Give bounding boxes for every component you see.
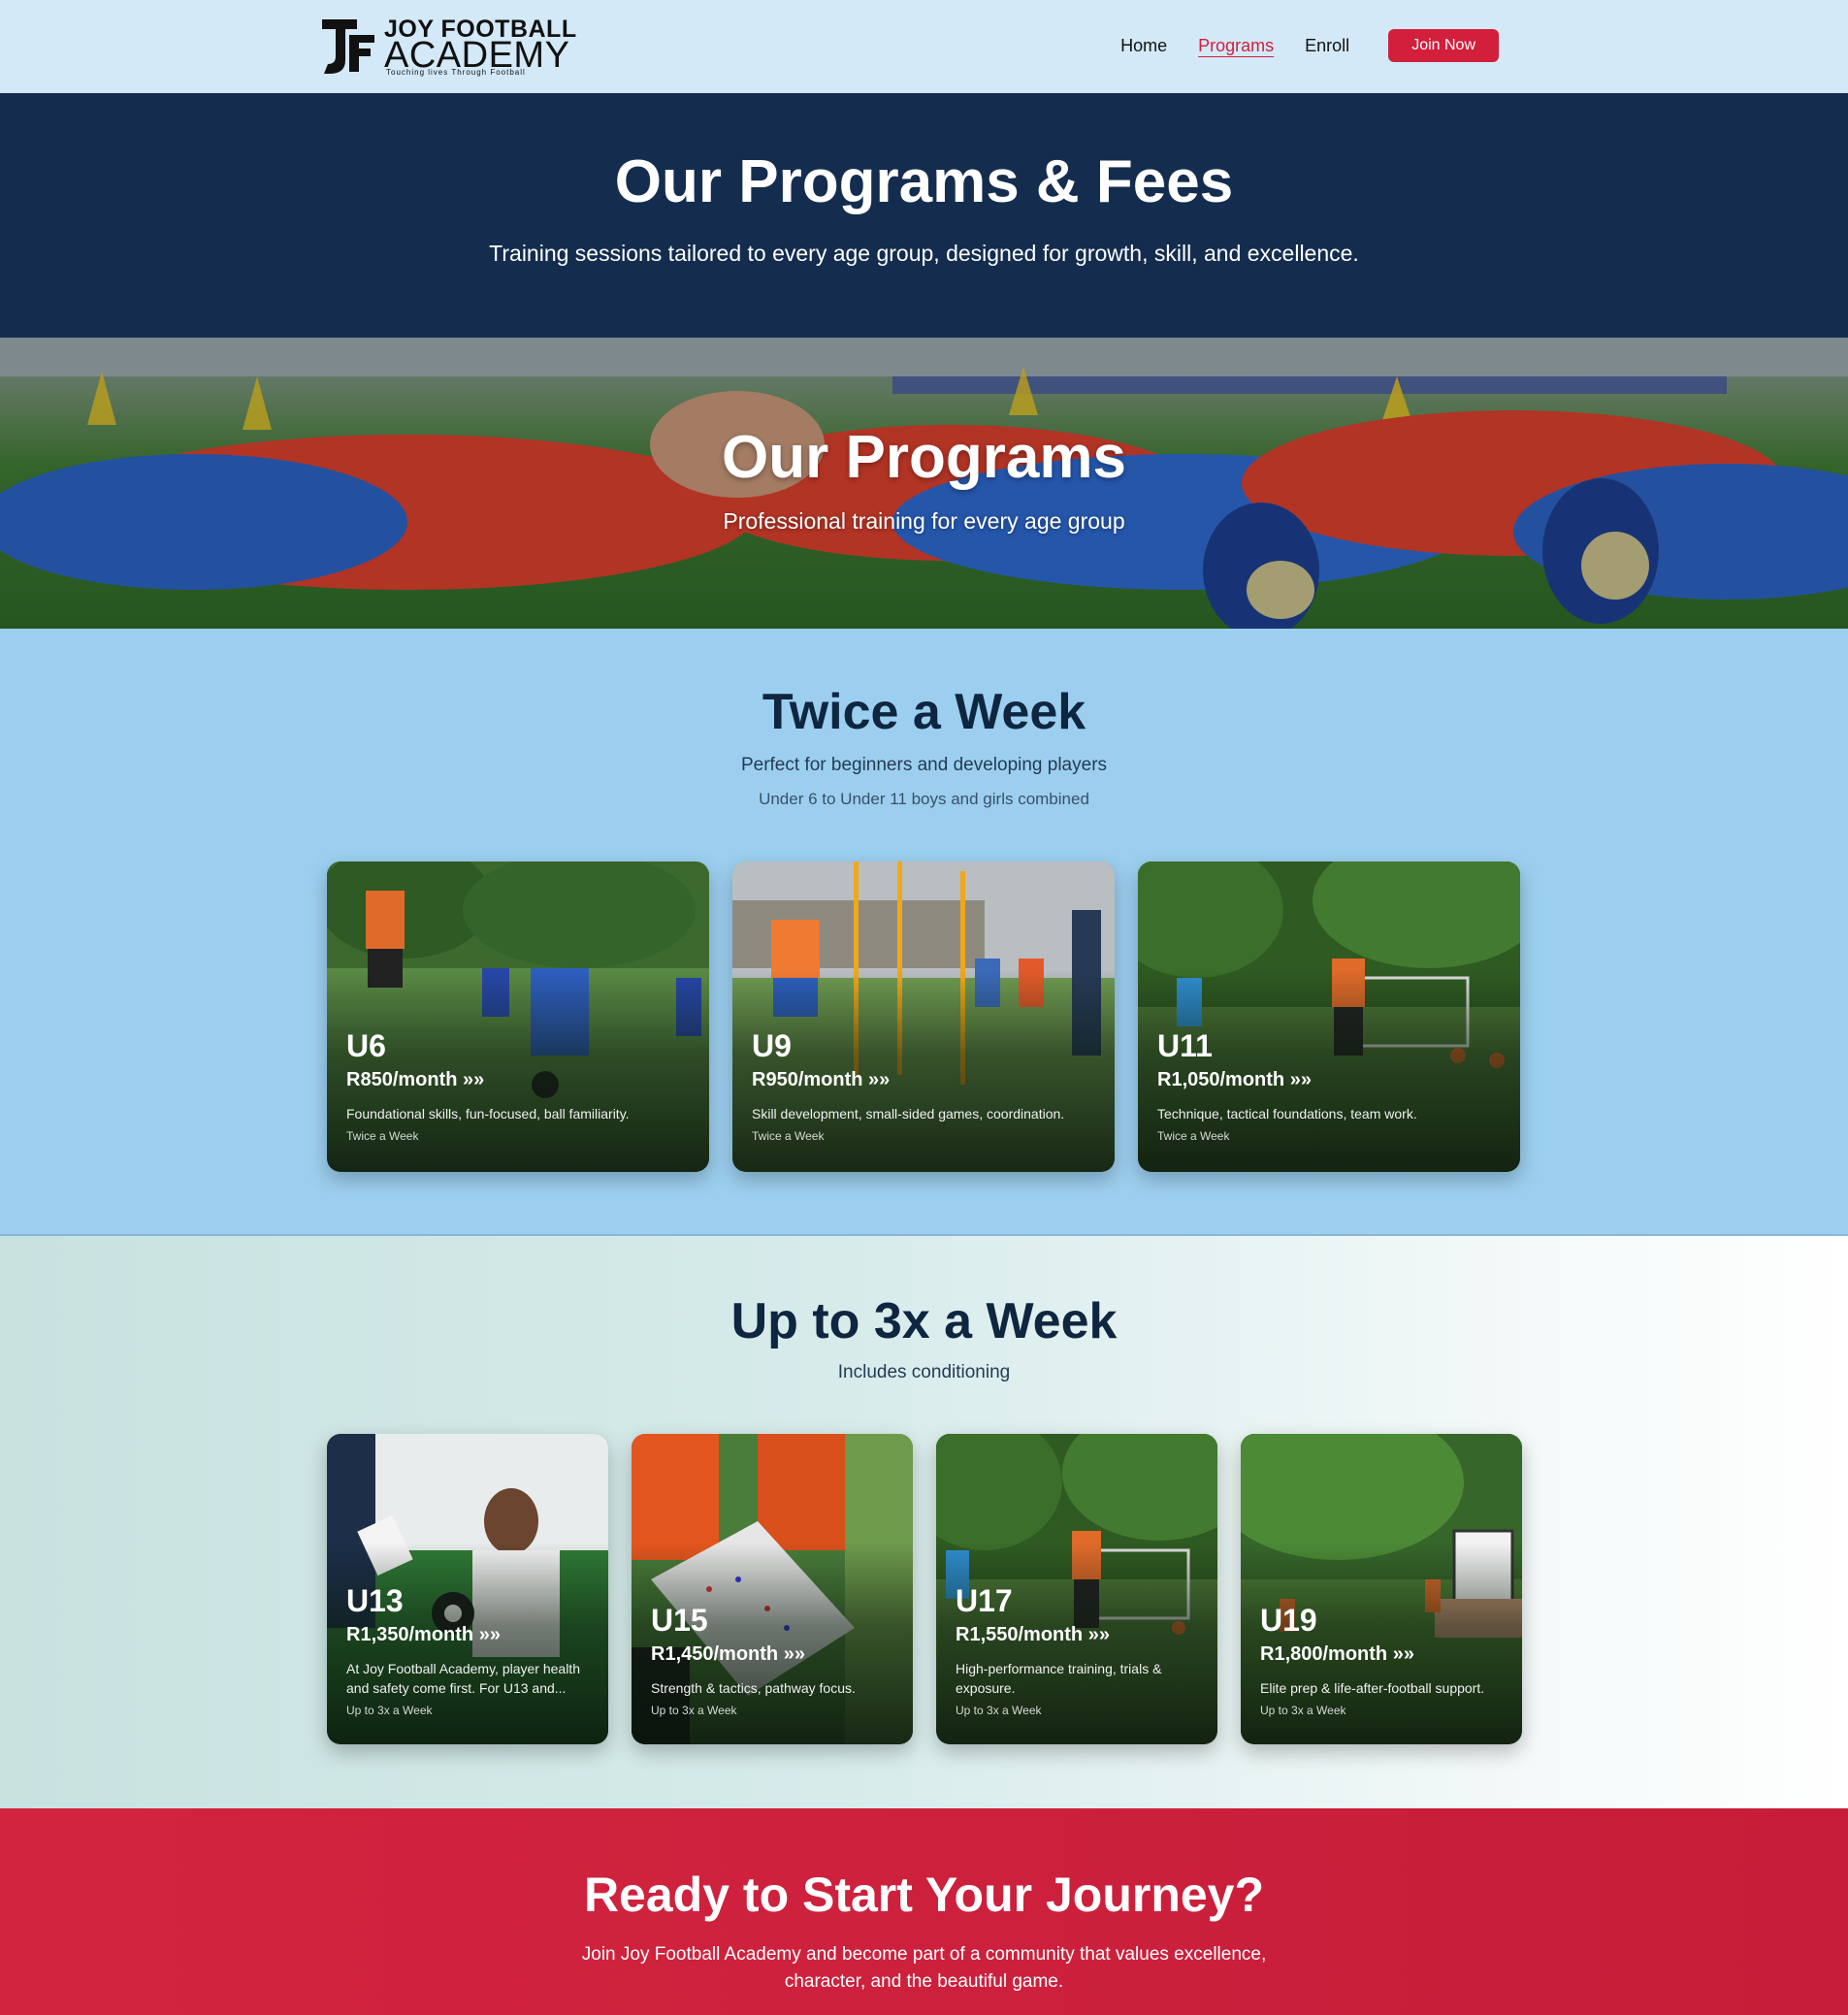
card-description: Elite prep & life-after-football support… bbox=[1260, 1680, 1485, 1696]
banner-title: Our Programs bbox=[722, 424, 1126, 491]
cta-title: Ready to Start Your Journey? bbox=[583, 1868, 1265, 1922]
card-description: High-performance training, trials & expo… bbox=[956, 1661, 1162, 1696]
price-value: R1,800/month bbox=[1260, 1643, 1388, 1665]
programs-banner: Our Programs Professional training for e… bbox=[0, 338, 1848, 629]
join-now-button[interactable]: Join Now bbox=[1388, 29, 1499, 62]
cta-section: Ready to Start Your Journey? Join Joy Fo… bbox=[0, 1808, 1848, 2015]
double-arrow-icon: »» bbox=[463, 1069, 485, 1090]
nav-programs-link[interactable]: Programs bbox=[1198, 36, 1274, 56]
nav-home-link[interactable]: Home bbox=[1120, 36, 1167, 56]
banner-subtitle: Professional training for every age grou… bbox=[723, 508, 1125, 534]
twice-a-week-section: Twice a Week Perfect for beginners and d… bbox=[0, 629, 1848, 1236]
top-navbar: JOY FOOTBALL ACADEMY Touching lives Thro… bbox=[0, 0, 1848, 93]
double-arrow-icon: »» bbox=[1087, 1624, 1110, 1645]
price-value: R950/month bbox=[752, 1069, 863, 1090]
card-frequency: Up to 3x a Week bbox=[651, 1704, 737, 1717]
card-description: At Joy Football Academy, player health a… bbox=[346, 1661, 580, 1696]
price-value: R1,550/month bbox=[956, 1624, 1084, 1645]
card-price: R1,450/month »» bbox=[651, 1643, 805, 1666]
card-price: R850/month »» bbox=[346, 1069, 484, 1091]
page-subtitle: Training sessions tailored to every age … bbox=[489, 241, 1359, 266]
logo-tagline: Touching lives Through Football bbox=[386, 68, 526, 77]
card-frequency: Twice a Week bbox=[1157, 1129, 1230, 1143]
card-age: U17 bbox=[956, 1583, 1013, 1618]
price-value: R1,350/month bbox=[346, 1624, 474, 1645]
program-card-u6[interactable]: U6 R850/month »» Foundational skills, fu… bbox=[327, 861, 709, 1172]
card-description: Technique, tactical foundations, team wo… bbox=[1157, 1106, 1417, 1121]
three-times-a-week-section: Up to 3x a Week Includes conditioning U1… bbox=[0, 1236, 1848, 1808]
double-arrow-icon: »» bbox=[478, 1624, 501, 1645]
card-age: U6 bbox=[346, 1028, 386, 1063]
price-value: R850/month bbox=[346, 1069, 458, 1090]
card-age: U19 bbox=[1260, 1603, 1317, 1638]
card-shade bbox=[632, 1434, 913, 1744]
thrice-subtitle: Includes conditioning bbox=[837, 1362, 1011, 1382]
card-shade bbox=[327, 861, 709, 1172]
card-frequency: Up to 3x a Week bbox=[956, 1704, 1042, 1717]
double-arrow-icon: »» bbox=[1289, 1069, 1312, 1090]
double-arrow-icon: »» bbox=[1392, 1643, 1414, 1665]
card-price: R1,550/month »» bbox=[956, 1624, 1110, 1646]
program-card-u15[interactable]: U15 R1,450/month »» Strength & tactics, … bbox=[632, 1434, 913, 1744]
jf-logo-icon bbox=[322, 19, 374, 74]
double-arrow-icon: »» bbox=[868, 1069, 891, 1090]
program-card-u13[interactable]: U13 R1,350/month »» At Joy Football Acad… bbox=[327, 1434, 608, 1744]
program-card-u11[interactable]: U11 R1,050/month »» Technique, tactical … bbox=[1138, 861, 1520, 1172]
twice-subtitle: Perfect for beginners and developing pla… bbox=[740, 755, 1108, 775]
card-frequency: Up to 3x a Week bbox=[346, 1704, 433, 1717]
card-description: Strength & tactics, pathway focus. bbox=[651, 1680, 856, 1696]
nav-links: Home Programs Enroll Join Now bbox=[1120, 29, 1499, 62]
price-value: R1,050/month bbox=[1157, 1069, 1285, 1090]
card-frequency: Twice a Week bbox=[752, 1129, 825, 1143]
page-header: Our Programs & Fees Training sessions ta… bbox=[0, 93, 1848, 338]
card-description: Skill development, small-sided games, co… bbox=[752, 1106, 1065, 1121]
program-card-u9[interactable]: U9 R950/month »» Skill development, smal… bbox=[732, 861, 1115, 1172]
thrice-title: Up to 3x a Week bbox=[730, 1293, 1118, 1349]
card-age: U9 bbox=[752, 1028, 792, 1063]
card-frequency: Up to 3x a Week bbox=[1260, 1704, 1346, 1717]
card-age: U11 bbox=[1157, 1028, 1213, 1063]
card-price: R1,350/month »» bbox=[346, 1624, 501, 1646]
twice-note: Under 6 to Under 11 boys and girls combi… bbox=[759, 790, 1089, 808]
cta-text: Join Joy Football Academy and become par… bbox=[581, 1944, 1267, 1992]
double-arrow-icon: »» bbox=[783, 1643, 805, 1665]
price-value: R1,450/month bbox=[651, 1643, 779, 1665]
card-price: R1,800/month »» bbox=[1260, 1643, 1414, 1666]
card-shade bbox=[732, 861, 1115, 1172]
card-age: U13 bbox=[346, 1583, 404, 1618]
program-card-u17[interactable]: U17 R1,550/month »» High-performance tra… bbox=[936, 1434, 1217, 1744]
card-shade bbox=[1241, 1434, 1522, 1744]
card-age: U15 bbox=[651, 1603, 708, 1638]
academy-logo[interactable]: JOY FOOTBALL ACADEMY Touching lives Thro… bbox=[318, 14, 576, 78]
card-description: Foundational skills, fun-focused, ball f… bbox=[346, 1106, 630, 1121]
card-frequency: Twice a Week bbox=[346, 1129, 419, 1143]
twice-title: Twice a Week bbox=[762, 684, 1086, 740]
nav-enroll-link[interactable]: Enroll bbox=[1305, 36, 1349, 56]
program-card-u19[interactable]: U19 R1,800/month »» Elite prep & life-af… bbox=[1241, 1434, 1522, 1744]
page-title: Our Programs & Fees bbox=[614, 148, 1234, 215]
card-price: R950/month »» bbox=[752, 1069, 890, 1091]
card-shade bbox=[1138, 861, 1520, 1172]
card-price: R1,050/month »» bbox=[1157, 1069, 1312, 1091]
